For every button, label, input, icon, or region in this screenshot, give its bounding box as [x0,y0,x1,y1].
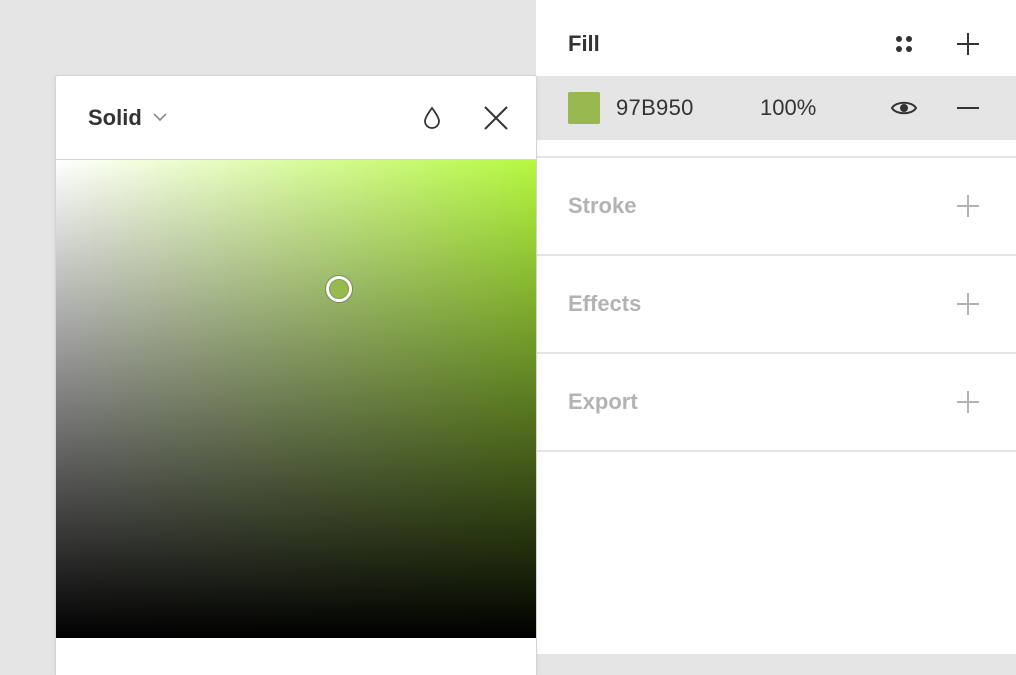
add-effect-plus-icon[interactable] [948,284,988,324]
divider [536,156,1016,158]
stroke-section-header: Stroke [536,162,1016,250]
fill-opacity-value[interactable]: 100% [760,95,816,121]
fill-type-dropdown[interactable]: Solid [88,105,168,131]
divider [536,254,1016,256]
add-fill-plus-icon[interactable] [948,24,988,64]
color-picker-popup: Solid [55,75,537,675]
fill-color-swatch[interactable] [568,92,600,124]
fill-section-header: Fill [536,0,1016,88]
export-section-header: Export [536,358,1016,446]
fill-hex-value[interactable]: 97B950 [616,95,694,121]
add-export-plus-icon[interactable] [948,382,988,422]
chevron-down-icon [152,109,168,127]
export-section-title: Export [568,389,638,414]
properties-panel: Fill 97B950 100% Stroke Effects Export [536,0,1016,654]
fill-type-label: Solid [88,104,142,130]
eyedropper-drop-icon[interactable] [412,98,452,138]
eye-icon[interactable] [884,88,924,128]
remove-fill-minus-icon[interactable] [948,88,988,128]
close-icon[interactable] [476,98,516,138]
add-stroke-plus-icon[interactable] [948,186,988,226]
styles-grid-icon[interactable] [884,24,924,64]
fill-row[interactable]: 97B950 100% [536,76,1016,140]
color-picker-handle[interactable] [326,276,353,303]
color-picker-header: Solid [56,76,536,159]
effects-section-header: Effects [536,260,1016,348]
divider [536,352,1016,354]
divider [536,450,1016,452]
fill-section-title: Fill [568,31,600,56]
stroke-section-title: Stroke [568,193,637,218]
effects-section-title: Effects [568,291,642,316]
saturation-brightness-area[interactable] [56,159,536,638]
